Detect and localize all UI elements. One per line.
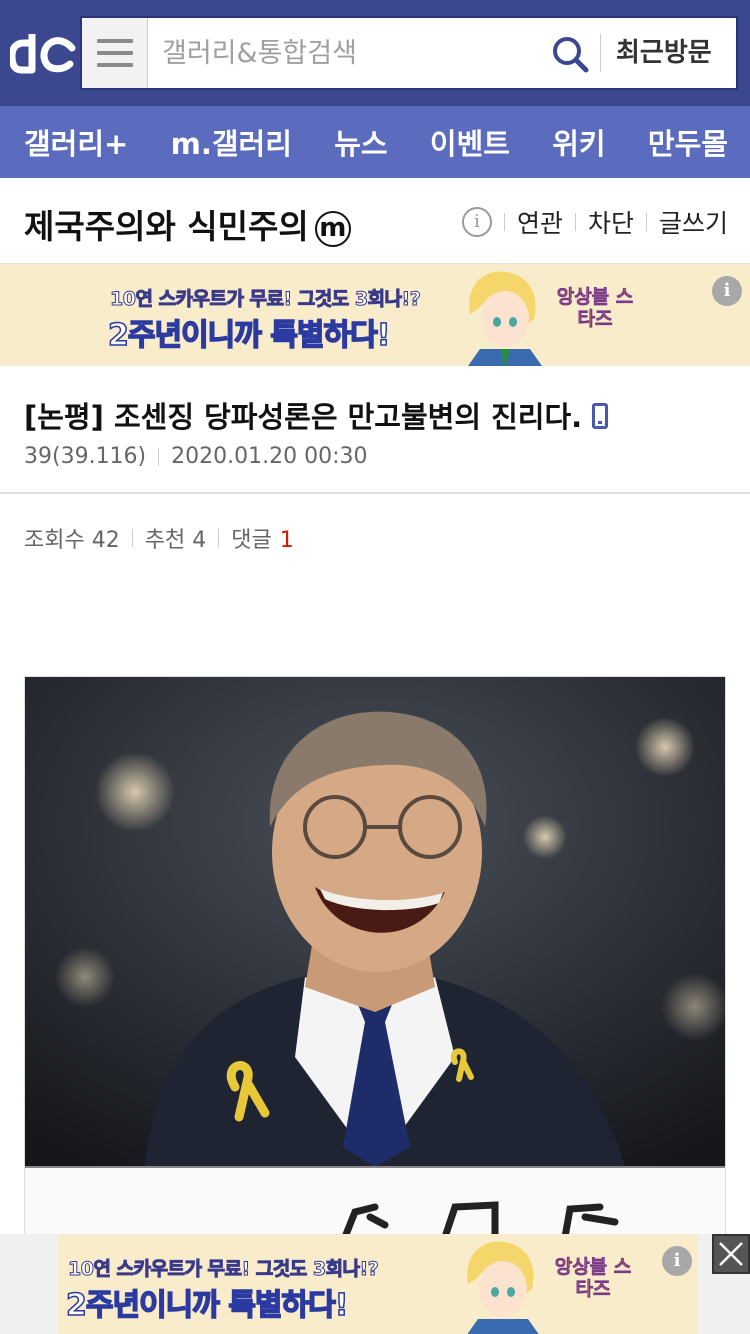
recommend-count: 추천 4: [144, 528, 207, 553]
ad-banner[interactable]: 10연 스카우트가 무료! 그것도 3회나!? 2주년이니까 특별하다! 앙상블…: [0, 264, 750, 366]
main-nav: 갤러리+ m.갤러리 뉴스 이벤트 위키 만두몰: [0, 106, 750, 178]
anime-character-icon: [467, 1241, 539, 1334]
anime-character-icon: [468, 271, 542, 366]
close-ad-button[interactable]: [712, 1234, 750, 1274]
reply-link[interactable]: 댓글 1: [231, 522, 293, 554]
related-link[interactable]: 연관: [517, 204, 563, 240]
ad-info-icon[interactable]: i: [712, 276, 742, 306]
gallery-actions: i 연관 차단 글쓰기: [461, 202, 728, 242]
mobile-icon: [592, 403, 609, 429]
gallery-header: 제국주의와 식민주의 m i 연관 차단 글쓰기: [0, 178, 750, 264]
search-input[interactable]: [162, 18, 552, 88]
nav-mandu-mall[interactable]: 만두몰: [648, 121, 728, 163]
search-box: 최근방문: [80, 16, 738, 90]
nav-event[interactable]: 이벤트: [430, 121, 510, 163]
search-icon[interactable]: [550, 34, 590, 74]
dc-logo-icon[interactable]: [10, 26, 76, 78]
info-icon[interactable]: i: [461, 207, 492, 237]
ad-text-line1: 10연 스카우트가 무료! 그것도 3회나!?: [67, 1258, 379, 1281]
post-meta: 39(39.116) 2020.01.20 00:30: [24, 444, 368, 469]
write-link[interactable]: 글쓰기: [659, 204, 728, 240]
ad-text-line2: 2주년이니까 특별하다!: [107, 317, 391, 354]
reply-count: 1: [279, 528, 294, 553]
close-icon: [719, 1242, 743, 1266]
ad-info-icon[interactable]: i: [662, 1246, 692, 1276]
nav-wiki[interactable]: 위키: [552, 121, 605, 163]
nav-gallery-plus[interactable]: 갤러리+: [24, 121, 128, 163]
ad-logo: 앙상블 스타즈: [556, 286, 634, 331]
minor-gallery-badge: m: [314, 211, 351, 247]
post-date: 2020.01.20 00:30: [171, 444, 368, 469]
post-image[interactable]: [24, 676, 726, 1236]
recent-visit-button[interactable]: 최근방문: [616, 18, 726, 88]
nav-m-gallery[interactable]: m.갤러리: [171, 121, 292, 163]
post-stats: 조회수 42 추천 4 댓글 1: [24, 522, 294, 554]
hamburger-icon: [96, 39, 133, 43]
ad-text-line2: 2주년이니까 특별하다!: [65, 1287, 349, 1324]
gallery-title[interactable]: 제국주의와 식민주의 m: [24, 200, 351, 248]
block-link[interactable]: 차단: [588, 204, 634, 240]
menu-button[interactable]: [82, 18, 148, 88]
bottom-ad-banner[interactable]: 10연 스카우트가 무료! 그것도 3회나!? 2주년이니까 특별하다! 앙상블…: [0, 1234, 750, 1334]
ad-text-line1: 10연 스카우트가 무료! 그것도 3회나!?: [109, 288, 421, 311]
view-count: 조회수 42: [24, 528, 120, 553]
post-author[interactable]: 39(39.116): [24, 444, 146, 469]
ad-logo: 앙상블 스타즈: [554, 1256, 632, 1301]
nav-news[interactable]: 뉴스: [334, 121, 387, 163]
top-bar: 최근방문: [0, 0, 750, 106]
divider: [600, 34, 601, 72]
post-title: [논평] 조센징 당파성론은 만고불변의 진리다.: [24, 394, 609, 436]
post-header: [논평] 조센징 당파성론은 만고불변의 진리다. 39(39.116) 202…: [0, 366, 750, 494]
